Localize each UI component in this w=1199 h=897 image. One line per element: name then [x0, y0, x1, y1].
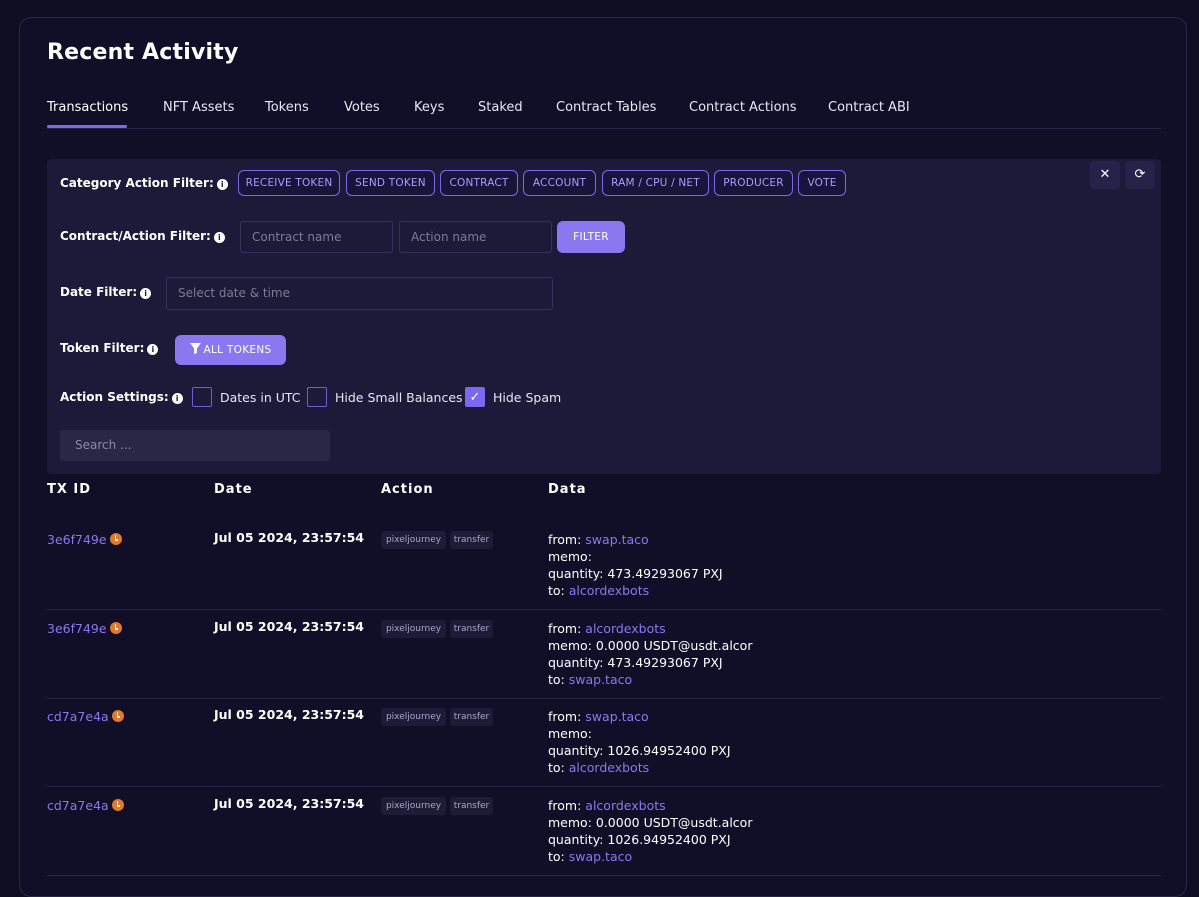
date-filter-label: Date Filter: i: [60, 285, 152, 299]
info-icon[interactable]: i: [140, 288, 152, 299]
clock-icon: [111, 799, 124, 811]
action-tag[interactable]: transfer: [450, 620, 493, 638]
all-tokens-button[interactable]: ALL TOKENS: [175, 335, 286, 365]
column-header-action: Action: [381, 482, 434, 497]
filter-panel: Category Action Filter: i RECEIVE TOKEN S…: [47, 159, 1161, 474]
tab-votes[interactable]: Votes: [344, 100, 380, 115]
txid-link[interactable]: 3e6f749e: [47, 621, 122, 636]
table-row: 3e6f749e Jul 05 2024, 23:57:54 pixeljour…: [47, 520, 1161, 610]
table-row: 3e6f749e Jul 05 2024, 23:57:54 pixeljour…: [47, 609, 1161, 699]
info-icon[interactable]: i: [213, 232, 225, 243]
contract-tag[interactable]: pixeljourney: [381, 531, 446, 549]
check-icon: ✓: [469, 390, 481, 405]
chip-vote[interactable]: VOTE: [798, 170, 846, 196]
memo-text: memo: 0.0000 USDT@usdt.alcor: [548, 638, 753, 653]
tab-contract-tables[interactable]: Contract Tables: [556, 100, 656, 115]
table-row: cd7a7e4a Jul 05 2024, 23:57:54 pixeljour…: [47, 697, 1161, 787]
contract-tag[interactable]: pixeljourney: [381, 620, 446, 638]
from-account-link[interactable]: alcordexbots: [585, 798, 665, 813]
to-account-link[interactable]: swap.taco: [569, 849, 632, 864]
quantity-text: quantity: 473.49293067 PXJ: [548, 655, 723, 670]
tx-data: from: alcordexbots memo: 0.0000 USDT@usd…: [548, 621, 753, 687]
tx-date: Jul 05 2024, 23:57:54: [214, 707, 365, 722]
chip-contract[interactable]: CONTRACT: [440, 170, 518, 196]
to-account-link[interactable]: alcordexbots: [569, 760, 649, 775]
memo-text: memo:: [548, 726, 592, 741]
refresh-icon[interactable]: ⟳: [1125, 161, 1155, 189]
contract-tag[interactable]: pixeljourney: [381, 708, 446, 726]
column-header-data: Data: [548, 482, 587, 497]
category-filter-label: Category Action Filter: i: [60, 176, 228, 190]
info-icon[interactable]: i: [147, 344, 159, 355]
memo-text: memo: 0.0000 USDT@usdt.alcor: [548, 815, 753, 830]
contract-action-filter-label: Contract/Action Filter: i: [60, 229, 225, 243]
dates-in-utc-checkbox[interactable]: [192, 387, 212, 407]
quantity-text: quantity: 1026.94952400 PXJ: [548, 832, 731, 847]
page-title: Recent Activity: [47, 40, 239, 65]
tab-tokens[interactable]: Tokens: [265, 100, 309, 115]
clock-icon: [111, 710, 124, 722]
tab-contract-actions[interactable]: Contract Actions: [689, 100, 797, 115]
tab-keys[interactable]: Keys: [414, 100, 444, 115]
contract-tag[interactable]: pixeljourney: [381, 797, 446, 815]
to-account-link[interactable]: alcordexbots: [569, 583, 649, 598]
chip-producer[interactable]: PRODUCER: [714, 170, 793, 196]
hide-spam-checkbox[interactable]: ✓: [465, 387, 485, 407]
table-row: cd7a7e4a Jul 05 2024, 23:57:54 pixeljour…: [47, 786, 1161, 876]
tab-nft-assets[interactable]: NFT Assets: [163, 100, 234, 115]
memo-text: memo:: [548, 549, 592, 564]
hide-small-balances-checkbox[interactable]: [307, 387, 327, 407]
tx-date: Jul 05 2024, 23:57:54: [214, 796, 365, 811]
clock-icon: [109, 533, 122, 545]
action-tag[interactable]: transfer: [450, 708, 493, 726]
info-icon[interactable]: i: [171, 393, 183, 404]
action-settings-label: Action Settings: i: [60, 390, 183, 404]
info-icon[interactable]: i: [216, 179, 228, 190]
filter-icon: [189, 343, 201, 354]
from-account-link[interactable]: alcordexbots: [585, 621, 665, 636]
chip-send-token[interactable]: SEND TOKEN: [346, 170, 435, 196]
tab-contract-abi[interactable]: Contract ABI: [828, 100, 910, 115]
quantity-text: quantity: 1026.94952400 PXJ: [548, 743, 731, 758]
tx-data: from: swap.taco memo: quantity: 473.4929…: [548, 532, 723, 598]
quantity-text: quantity: 473.49293067 PXJ: [548, 566, 723, 581]
filter-button[interactable]: FILTER: [557, 221, 625, 253]
tx-date: Jul 05 2024, 23:57:54: [214, 530, 365, 545]
dates-in-utc-label: Dates in UTC: [220, 390, 301, 405]
date-time-input[interactable]: Select date & time: [166, 277, 553, 310]
chip-ram-cpu-net[interactable]: RAM / CPU / NET: [602, 170, 709, 196]
active-tab-indicator: [47, 125, 127, 128]
close-icon[interactable]: ✕: [1090, 161, 1120, 189]
action-tag[interactable]: transfer: [450, 797, 493, 815]
txid-link[interactable]: cd7a7e4a: [47, 709, 124, 724]
clock-icon: [109, 622, 122, 634]
to-account-link[interactable]: swap.taco: [569, 672, 632, 687]
txid-link[interactable]: cd7a7e4a: [47, 798, 124, 813]
column-header-date: Date: [214, 482, 253, 497]
from-account-link[interactable]: swap.taco: [585, 709, 648, 724]
chip-receive-token[interactable]: RECEIVE TOKEN: [238, 170, 340, 196]
hide-spam-label: Hide Spam: [493, 390, 562, 405]
contract-name-input[interactable]: Contract name: [240, 221, 393, 253]
chip-account[interactable]: ACCOUNT: [523, 170, 596, 196]
hide-small-balances-label: Hide Small Balances: [335, 390, 463, 405]
column-header-txid: TX ID: [47, 482, 92, 497]
tx-data: from: alcordexbots memo: 0.0000 USDT@usd…: [548, 798, 753, 864]
token-filter-label: Token Filter: i: [60, 341, 159, 355]
tx-data: from: swap.taco memo: quantity: 1026.949…: [548, 709, 731, 775]
tab-bar: Transactions NFT Assets Tokens Votes Key…: [47, 100, 1161, 129]
tab-staked[interactable]: Staked: [478, 100, 523, 115]
action-name-input[interactable]: Action name: [399, 221, 552, 253]
tx-date: Jul 05 2024, 23:57:54: [214, 619, 365, 634]
action-tag[interactable]: transfer: [450, 531, 493, 549]
txid-link[interactable]: 3e6f749e: [47, 532, 122, 547]
from-account-link[interactable]: swap.taco: [585, 532, 648, 547]
tab-transactions[interactable]: Transactions: [47, 100, 128, 115]
search-input[interactable]: Search ...: [60, 430, 330, 461]
